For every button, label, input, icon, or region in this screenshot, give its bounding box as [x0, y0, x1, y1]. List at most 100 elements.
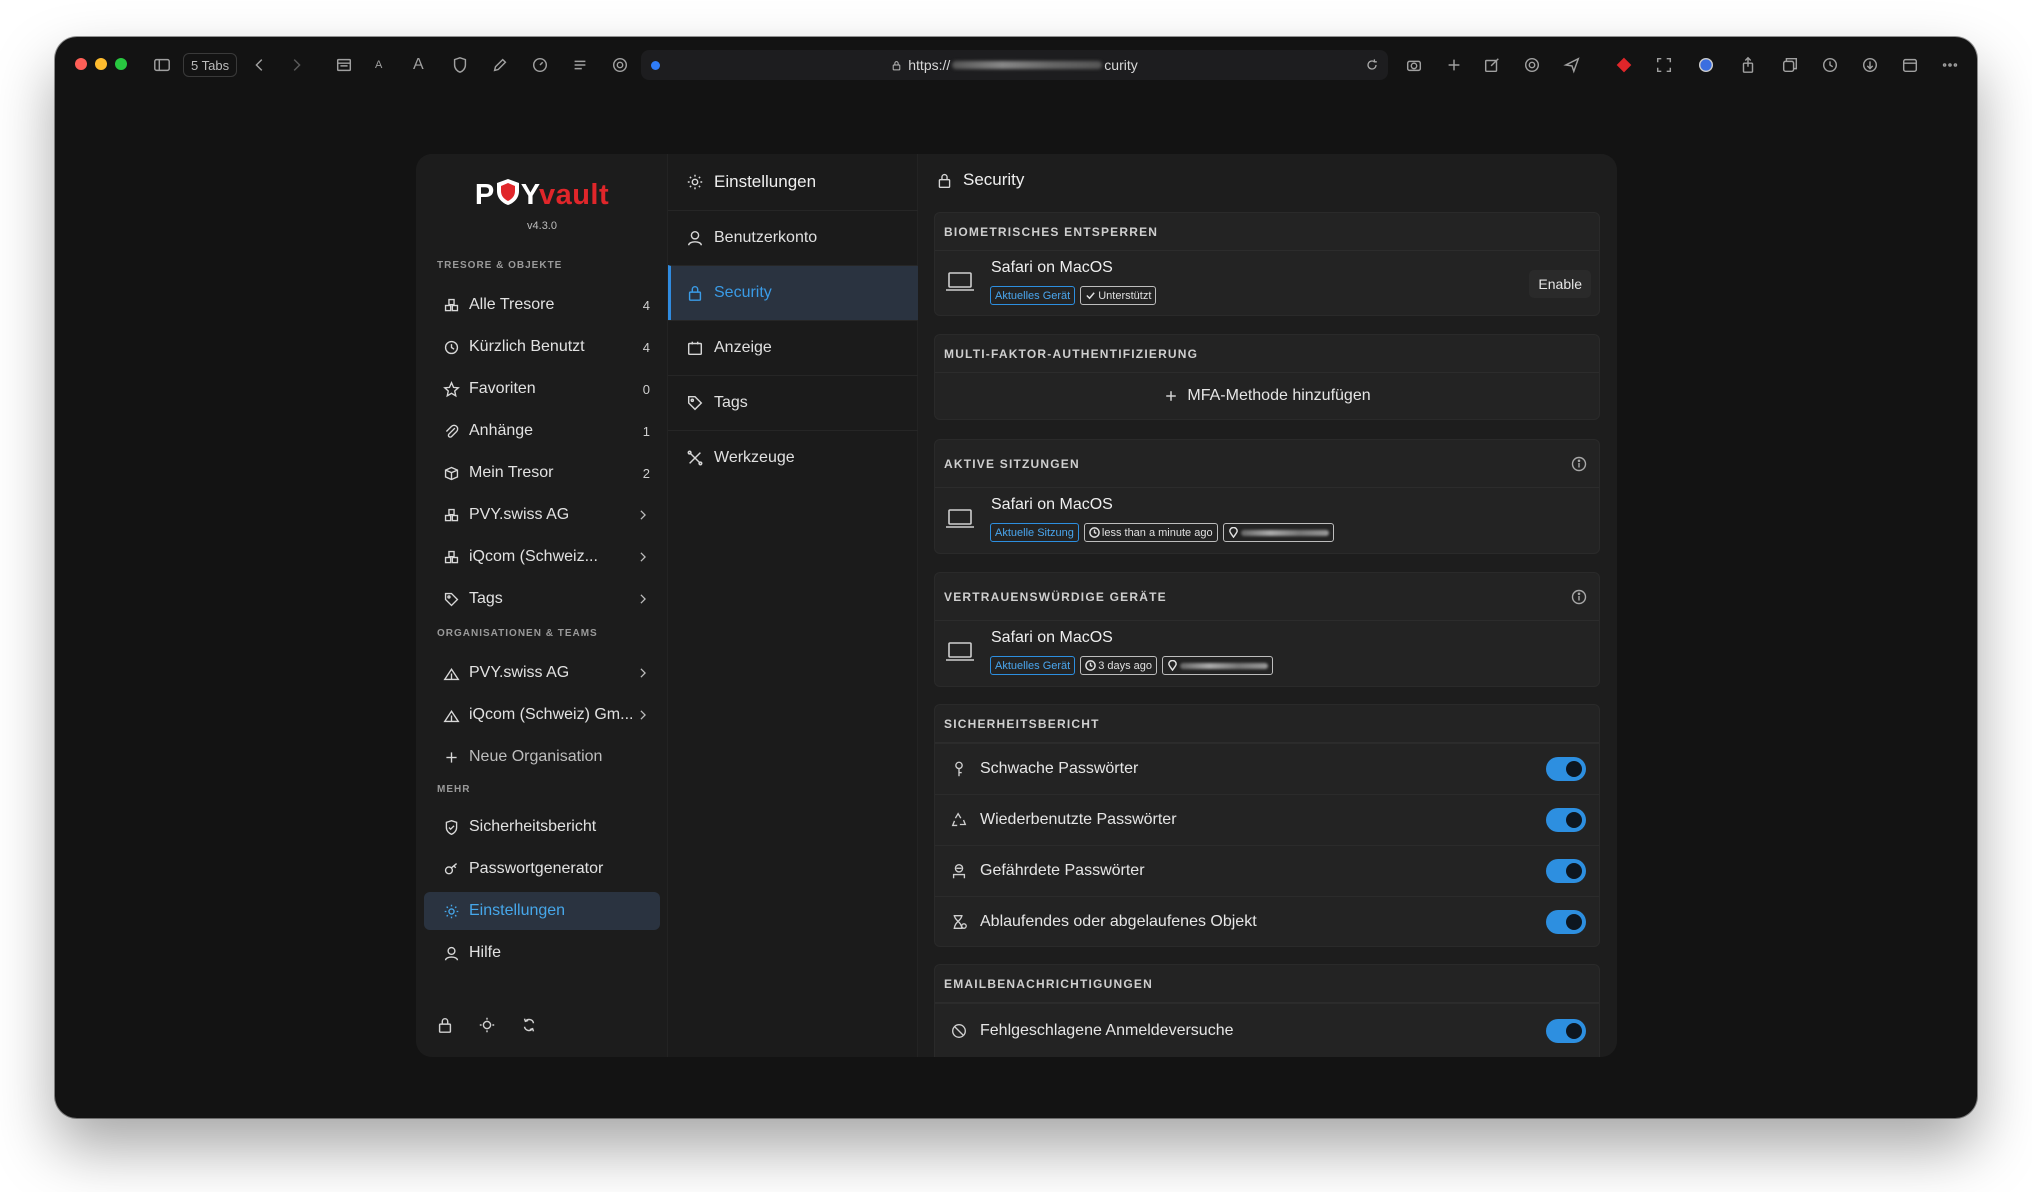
- card-title-label: AKTIVE SITZUNGEN: [944, 456, 1080, 471]
- item-count: 4: [642, 339, 650, 355]
- sidebar-footer: [436, 1016, 538, 1034]
- device-row: Safari on MacOS Aktuelles Gerät Unterstü…: [935, 251, 1599, 315]
- organization-icon: [441, 663, 461, 683]
- add-mfa-button[interactable]: MFA-Methode hinzufügen: [935, 373, 1599, 419]
- info-icon[interactable]: [1571, 456, 1587, 472]
- compose-icon[interactable]: [1483, 51, 1501, 79]
- device-name: Safari on MacOS: [991, 259, 1113, 276]
- url-redacted: [952, 61, 1103, 69]
- send-icon[interactable]: [1563, 51, 1581, 79]
- sidebar-item-label: Kürzlich Benutzt: [469, 338, 585, 355]
- history-icon[interactable]: [1821, 51, 1839, 79]
- close-window-button[interactable]: [75, 58, 87, 70]
- toggle-weak-passwords: Schwache Passwörter: [935, 743, 1599, 794]
- help-user-icon: [441, 943, 461, 963]
- sidebar-item-new-organization[interactable]: Neue Organisation: [424, 738, 660, 776]
- tabs-overview-button[interactable]: 5 Tabs: [183, 53, 238, 77]
- reused-passwords-switch[interactable]: [1546, 808, 1586, 832]
- enable-biometric-button[interactable]: Enable: [1529, 270, 1591, 298]
- weak-passwords-switch[interactable]: [1546, 757, 1586, 781]
- session-device-name: Safari on MacOS: [991, 496, 1113, 513]
- sync-icon[interactable]: [520, 1016, 538, 1034]
- pen-ext-icon[interactable]: [491, 51, 509, 79]
- sidebar-item-help[interactable]: Hilfe: [424, 934, 660, 972]
- address-bar[interactable]: https:// curity: [641, 50, 1388, 80]
- screenshot-ext-icon[interactable]: [1655, 51, 1673, 79]
- logo-text-y: Y: [520, 179, 539, 211]
- more-icon[interactable]: [1941, 51, 1959, 79]
- settings-item-label: Tags: [714, 394, 748, 411]
- sidebar-item-my-vault[interactable]: Mein Tresor 2: [424, 454, 660, 492]
- gear-ext-icon[interactable]: [1523, 51, 1541, 79]
- share-icon[interactable]: [1739, 51, 1757, 79]
- forward-icon[interactable]: [287, 51, 305, 79]
- logo-shield-icon: [496, 179, 519, 205]
- sidebar-item-attachments[interactable]: Anhänge 1: [424, 412, 660, 450]
- recycle-icon: [950, 811, 968, 829]
- reload-icon[interactable]: [1364, 57, 1380, 73]
- sidebar-item-org-pvy[interactable]: PVY.swiss AG: [424, 654, 660, 692]
- text-larger-icon[interactable]: A: [413, 51, 424, 79]
- sidebar-item-settings[interactable]: Einstellungen: [424, 892, 660, 930]
- back-icon[interactable]: [251, 51, 269, 79]
- sidebar-item-label: Tags: [469, 590, 503, 607]
- sidebar-item-label: iQcom (Schweiz) Gm...: [469, 706, 634, 723]
- settings-item-account[interactable]: Benutzerkonto: [668, 210, 918, 265]
- sidebar-item-recent[interactable]: Kürzlich Benutzt 4: [424, 328, 660, 366]
- info-icon[interactable]: [1571, 589, 1587, 605]
- toggle-label: Gefährdete Passwörter: [980, 862, 1145, 879]
- settings-item-label: Werkzeuge: [714, 449, 795, 466]
- shield-check-icon: [441, 817, 461, 837]
- url-prefix: https://: [908, 57, 951, 73]
- calendar-ext-icon[interactable]: [1901, 51, 1919, 79]
- settings-item-security[interactable]: Security: [668, 265, 918, 320]
- sidebar-item-security-report[interactable]: Sicherheitsbericht: [424, 808, 660, 846]
- settings-item-display[interactable]: Anzeige: [668, 320, 918, 375]
- reader-icon[interactable]: [335, 51, 353, 79]
- blue-ext-icon[interactable]: [1697, 51, 1715, 79]
- sidebar-item-iqcom-vault[interactable]: iQcom (Schweiz...: [424, 538, 660, 576]
- paperclip-icon: [441, 421, 461, 441]
- compromised-passwords-switch[interactable]: [1546, 859, 1586, 883]
- sidebar-item-pvy-vault[interactable]: PVY.swiss AG: [424, 496, 660, 534]
- weak-password-icon: [950, 760, 968, 778]
- download-icon[interactable]: [1861, 51, 1879, 79]
- sidebar-item-all-vaults[interactable]: Alle Tresore 4: [424, 286, 660, 324]
- sidebar-item-favorites[interactable]: Favoriten 0: [424, 370, 660, 408]
- toggle-label: Wiederbenutzte Passwörter: [980, 811, 1177, 828]
- page-header: Security: [936, 170, 1024, 190]
- timer-ext-icon[interactable]: [531, 51, 549, 79]
- toggle-expiring-items: Ablaufendes oder abgelaufenes Objekt: [935, 896, 1599, 946]
- camera-icon[interactable]: [1405, 51, 1423, 79]
- sidebar-item-org-iqcom[interactable]: iQcom (Schweiz) Gm...: [424, 696, 660, 734]
- text-smaller-icon[interactable]: A: [375, 51, 382, 79]
- active-sessions-card: AKTIVE SITZUNGEN Safari on MacOS Aktuell…: [934, 439, 1600, 554]
- trusted-time-label: 3 days ago: [1098, 659, 1153, 672]
- red-ext-icon[interactable]: [1615, 51, 1633, 79]
- expiring-items-switch[interactable]: [1546, 910, 1586, 934]
- logo-text-vault: vault: [538, 179, 610, 211]
- theme-toggle-icon[interactable]: [478, 1016, 496, 1034]
- failed-logins-switch[interactable]: [1546, 1019, 1586, 1043]
- lock-icon: [892, 60, 901, 70]
- new-tab-icon[interactable]: [1445, 51, 1463, 79]
- shield-ext-icon[interactable]: [451, 51, 469, 79]
- sidebar-toggle-icon[interactable]: [153, 51, 171, 79]
- list-ext-icon[interactable]: [571, 51, 589, 79]
- minimize-window-button[interactable]: [95, 58, 107, 70]
- target-ext-icon[interactable]: [611, 51, 629, 79]
- sidebar-item-password-generator[interactable]: Passwortgenerator: [424, 850, 660, 888]
- settings-item-tags[interactable]: Tags: [668, 375, 918, 430]
- sidebar-item-tags[interactable]: Tags: [424, 580, 660, 618]
- trusted-location-badge: [1162, 656, 1274, 675]
- zoom-window-button[interactable]: [115, 58, 127, 70]
- section-title-orgs: ORGANISATIONEN & TEAMS: [437, 628, 598, 639]
- pvyvault-app: P Yvault v4.3.0 TRESORE & OBJEKTE Alle Tr…: [416, 154, 1617, 1057]
- app-logo: P Yvault: [416, 178, 668, 212]
- tabs-icon[interactable]: [1781, 51, 1799, 79]
- settings-item-tools[interactable]: Werkzeuge: [668, 430, 918, 485]
- user-icon: [687, 230, 703, 246]
- supported-badge-label: Unterstützt: [1098, 289, 1152, 302]
- hourglass-icon: [950, 913, 968, 931]
- lock-icon[interactable]: [436, 1016, 454, 1034]
